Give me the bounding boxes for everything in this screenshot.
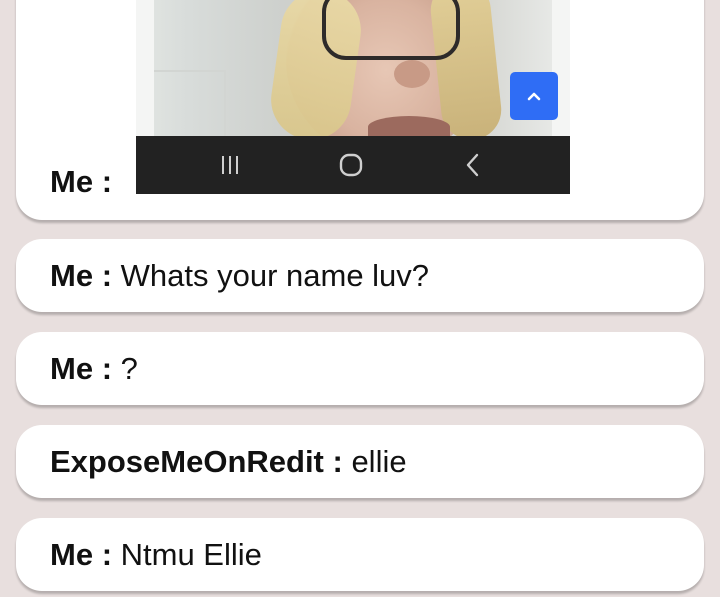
message-line: Me : Whats your name luv?	[50, 258, 429, 294]
message-text: ellie	[342, 444, 407, 479]
message-line: Me :	[50, 164, 112, 200]
android-navigation-bar	[136, 136, 570, 194]
message-sender: Me	[50, 164, 94, 199]
message-bubble: Me : Ntmu Ellie	[16, 518, 704, 591]
sender-separator: :	[93, 351, 113, 386]
message-bubble: Me : Whats your name luv?	[16, 239, 704, 312]
message-text: Whats your name luv?	[112, 258, 430, 293]
sender-separator: :	[93, 258, 113, 293]
message-line: Me : ?	[50, 351, 138, 387]
message-sender: Me	[50, 351, 94, 386]
sender-separator: :	[93, 537, 113, 572]
back-icon	[466, 153, 479, 177]
home-icon	[339, 153, 363, 177]
message-line: Me : Ntmu Ellie	[50, 537, 262, 573]
scroll-up-button[interactable]	[510, 72, 558, 120]
selfie-photo	[136, 0, 570, 160]
screenshot-attachment[interactable]	[136, 0, 570, 194]
message-bubble: ExposeMeOnRedit : ellie	[16, 425, 704, 498]
message-text: ?	[112, 351, 138, 386]
recent-apps-icon	[222, 156, 238, 174]
message-bubble: Me : ?	[16, 332, 704, 405]
message-sender: Me	[50, 537, 94, 572]
message-sender: ExposeMeOnRedit	[50, 444, 324, 479]
message-bubble: Me :	[16, 0, 704, 220]
chevron-up-icon	[527, 92, 541, 101]
sender-separator: :	[93, 164, 113, 199]
back-button[interactable]	[443, 136, 503, 194]
sender-separator: :	[323, 444, 343, 479]
recent-apps-button[interactable]	[200, 136, 260, 194]
message-text: Ntmu Ellie	[112, 537, 262, 572]
home-button[interactable]	[321, 136, 381, 194]
message-line: ExposeMeOnRedit : ellie	[50, 444, 407, 480]
message-sender: Me	[50, 258, 94, 293]
